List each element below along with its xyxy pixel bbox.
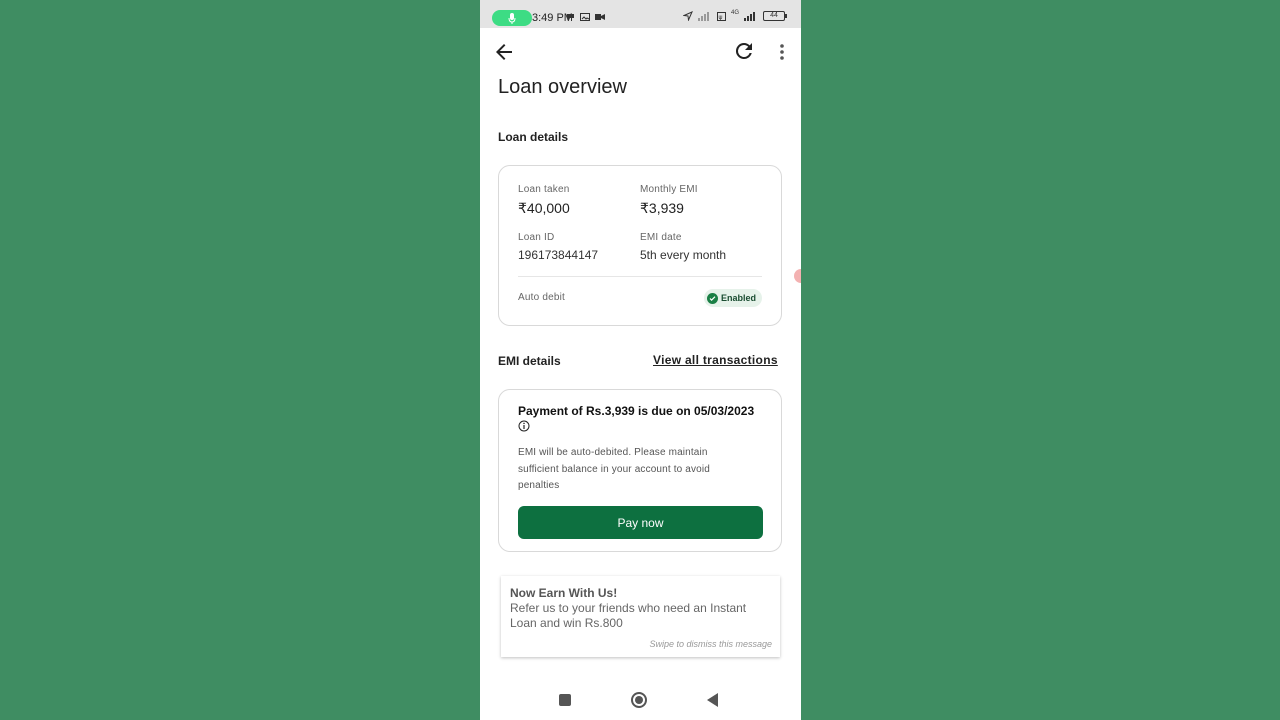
battery-level: 44 [770,12,778,19]
loan-details-card: Loan taken ₹40,000 Monthly EMI ₹3,939 Lo… [498,165,782,326]
signal-strength-icon [744,12,755,21]
square-icon [559,694,571,706]
monthly-emi-label: Monthly EMI [640,184,698,195]
floating-edge-handle[interactable] [794,269,801,283]
signal-icon [697,12,709,21]
home-button[interactable] [630,692,647,708]
emi-date-value: 5th every month [640,248,727,262]
refresh-icon [735,42,752,59]
arrow-left-icon [496,44,512,60]
mic-indicator-icon [492,10,532,26]
refresh-button[interactable] [732,39,756,63]
auto-debit-notice: EMI will be auto-debited. Please maintai… [518,447,710,491]
view-all-transactions-link[interactable]: View all transactions [653,353,778,367]
check-circle-icon [706,292,718,304]
promo-dismiss-hint: Swipe to dismiss this message [649,639,772,649]
loan-id-value: 196173844147 [518,248,599,262]
network-type: 4G [730,10,739,16]
more-vertical-icon [780,44,784,60]
image-icon [580,13,590,21]
system-navigation-bar [480,684,801,720]
chat-icon [567,14,574,20]
svg-text:ψ: ψ [718,14,722,21]
promo-text: Refer us to your friends who need an Ins… [510,601,747,630]
video-icon [595,14,605,20]
emi-due-card: Payment of Rs.3,939 is due on 05/03/2023… [498,389,782,552]
auto-debit-status: Enabled [720,293,756,303]
more-options-button[interactable] [776,40,788,64]
location-icon [682,11,693,21]
loan-taken-value: ₹40,000 [518,200,570,216]
referral-promo-banner[interactable]: Now Earn With Us! Refer us to your frien… [501,576,780,657]
phone-screen: 3:49 PM ψ 4G 44 Loan overview Loan detai… [480,0,801,720]
home-circle-icon [631,692,647,708]
auto-debit-label: Auto debit [518,292,566,303]
info-icon[interactable] [518,420,530,432]
promo-title: Now Earn With Us! [510,586,618,600]
volte-icon: ψ [716,11,726,21]
notification-icons [566,13,605,21]
page-title: Loan overview [498,76,627,98]
emi-date-label: EMI date [640,232,682,243]
divider [518,276,762,277]
loan-details-heading: Loan details [498,130,569,144]
battery-icon: 44 [763,11,787,21]
system-back-button[interactable] [705,692,721,708]
payment-due-title: Payment of Rs.3,939 is due on 05/03/2023 [518,404,755,418]
emi-details-heading: EMI details [498,354,561,368]
loan-taken-label: Loan taken [518,184,570,195]
back-button[interactable] [492,40,516,64]
monthly-emi-value: ₹3,939 [640,200,684,216]
system-icons: ψ 4G 44 [682,10,787,21]
triangle-back-icon [707,693,718,707]
loan-id-label: Loan ID [518,232,555,243]
recent-apps-button[interactable] [557,692,573,708]
auto-debit-status-badge: Enabled [703,289,762,307]
status-bar: 3:49 PM ψ 4G 44 [480,0,801,28]
pay-now-button[interactable]: Pay now [518,506,763,539]
